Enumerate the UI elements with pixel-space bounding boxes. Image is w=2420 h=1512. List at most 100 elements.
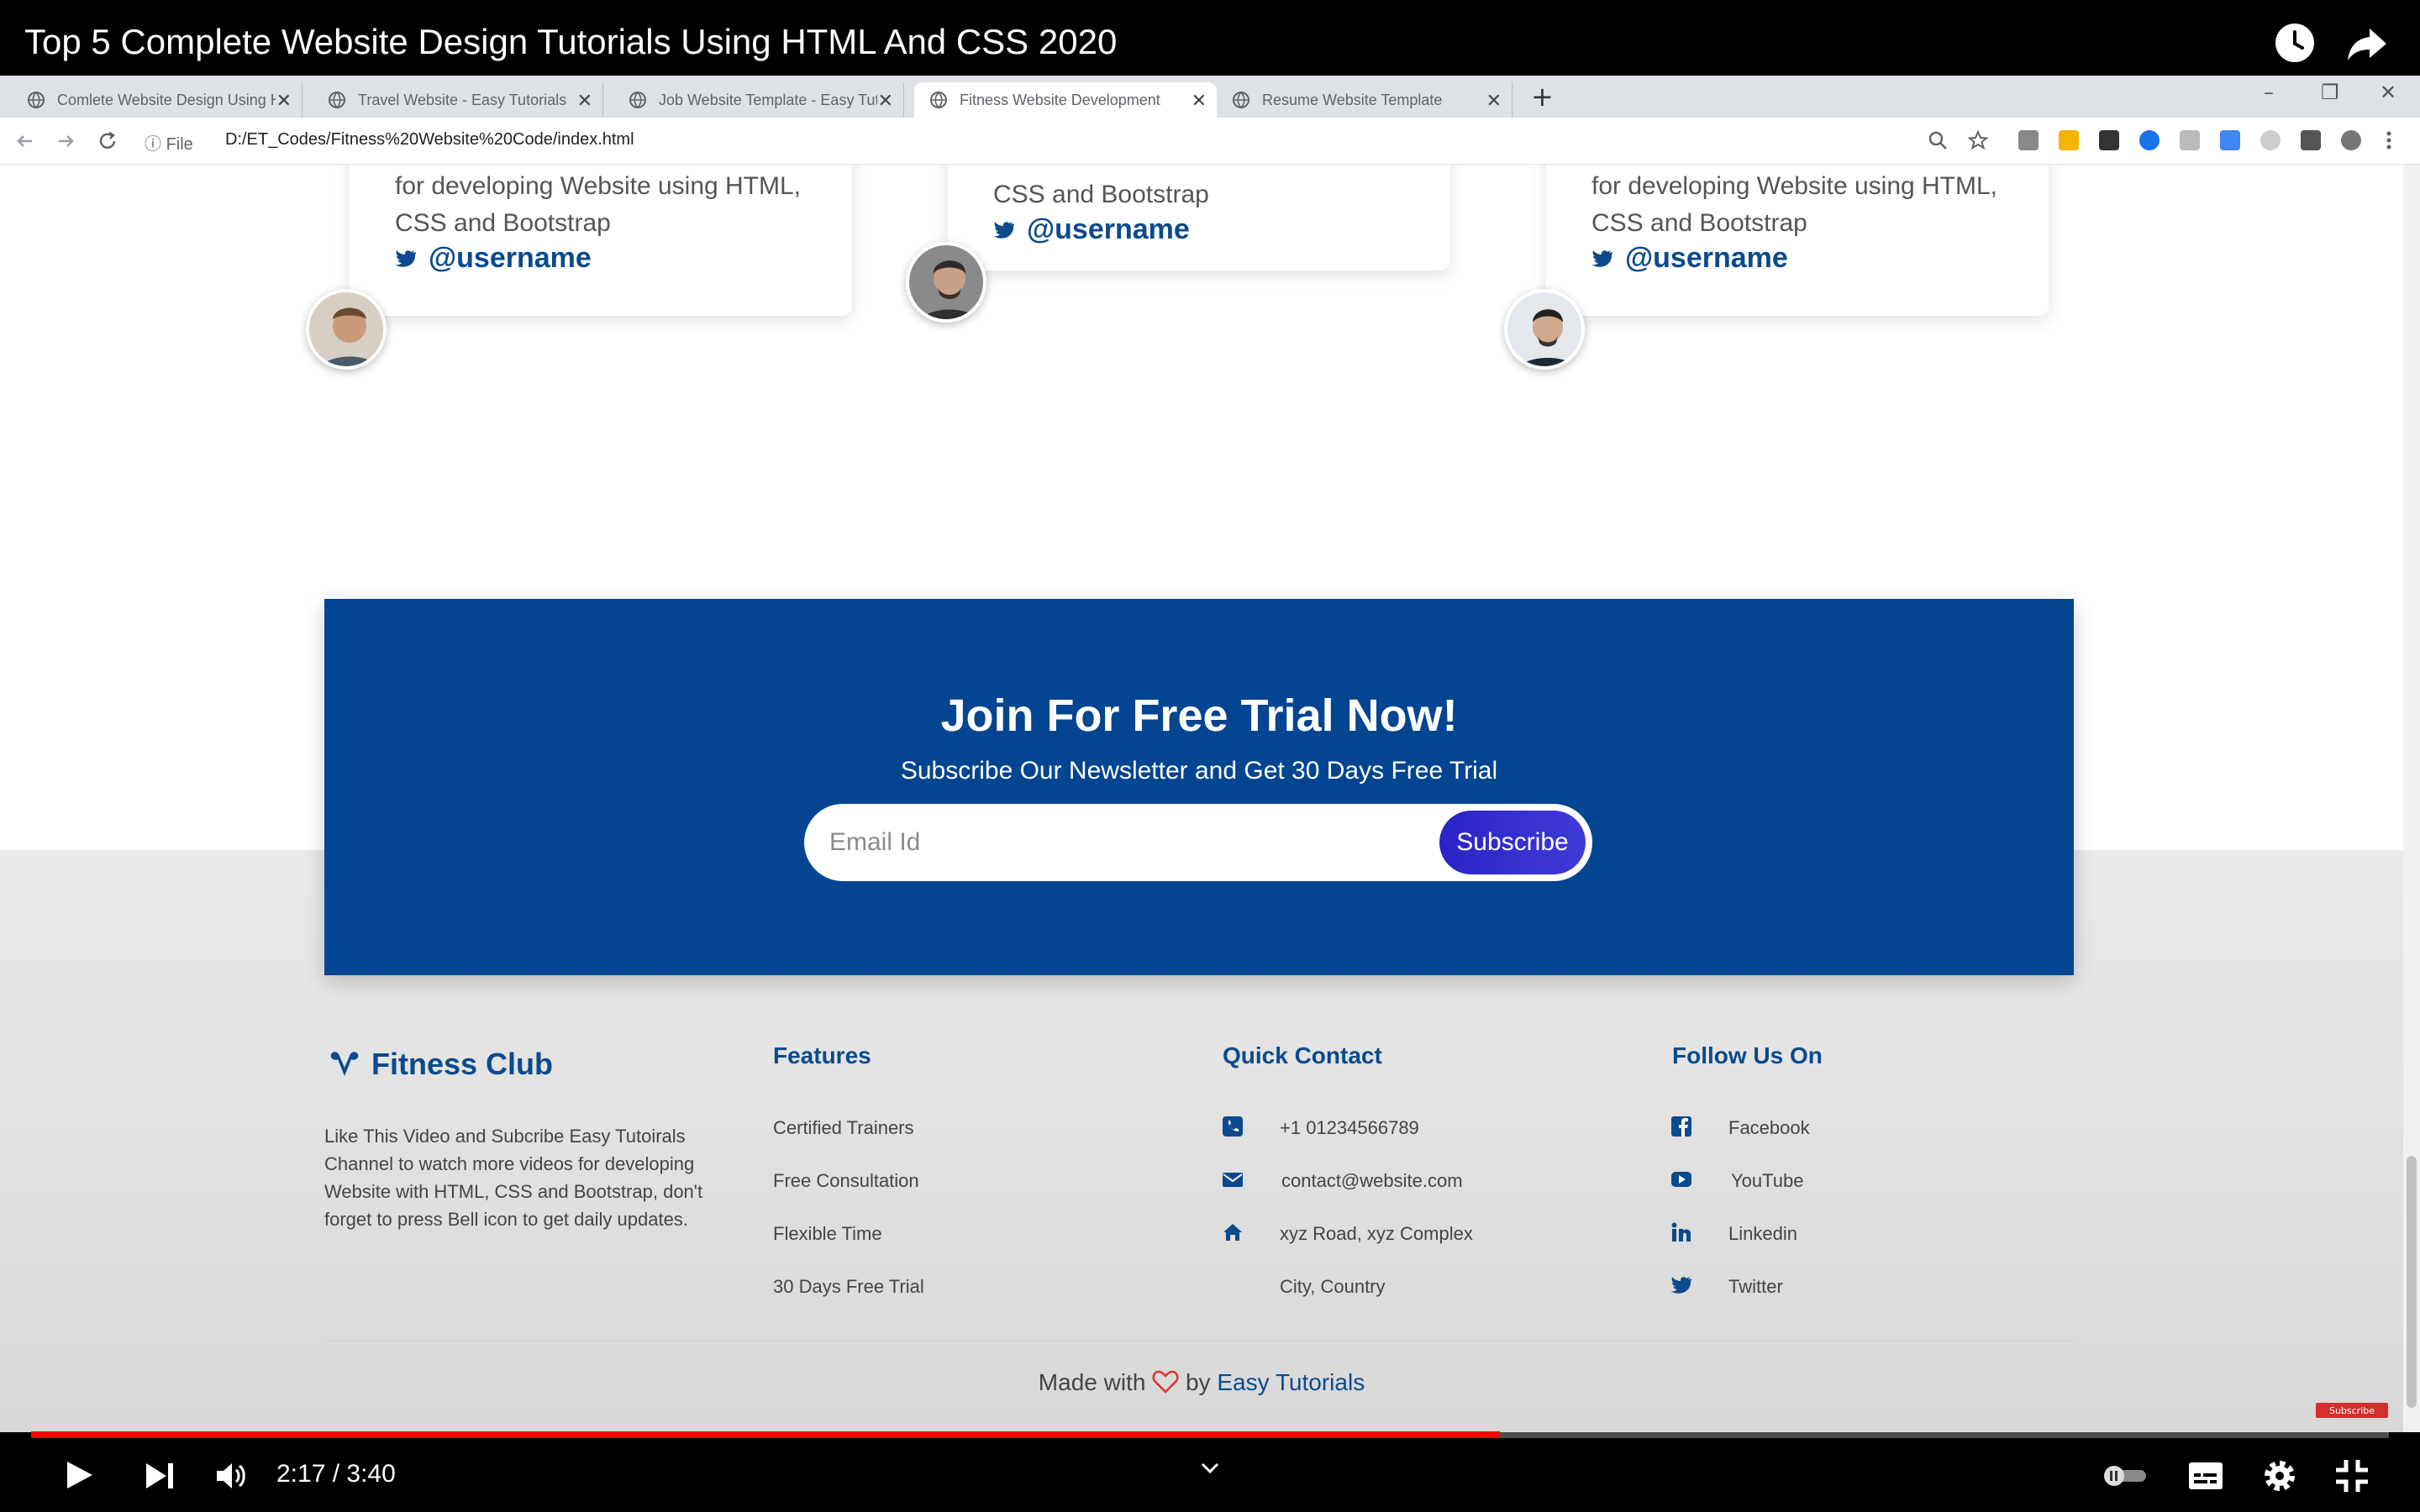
camera-extension-icon[interactable] [2018, 130, 2039, 150]
exit-fullscreen-icon[interactable] [2334, 1458, 2370, 1494]
restore-icon[interactable]: ❐ [2321, 81, 2339, 104]
footer-contact: Quick Contact [1223, 1042, 1382, 1069]
social-heading: Follow Us On [1672, 1042, 1823, 1068]
scrollbar-thumb[interactable] [2407, 1156, 2417, 1408]
subscribe-button[interactable]: Subscribe [1439, 811, 1586, 874]
settings-gear-icon[interactable] [2262, 1458, 2297, 1494]
close-tab-icon[interactable]: ✕ [1192, 90, 1207, 112]
back-icon[interactable] [13, 129, 37, 153]
globe-icon [1233, 92, 1249, 109]
social-link-facebook[interactable]: Facebook [1728, 1117, 1810, 1139]
reload-icon[interactable] [96, 129, 119, 153]
close-window-icon[interactable]: ✕ [2380, 81, 2396, 104]
progress-bar[interactable] [31, 1431, 2389, 1438]
share-icon[interactable] [2346, 22, 2388, 64]
site-info[interactable]: ⓘ File [145, 130, 193, 155]
link-extension-icon[interactable] [2180, 130, 2200, 150]
tab-label: Comlete Website Design Using H [57, 91, 276, 108]
gmail-extension-icon[interactable] [2099, 130, 2119, 150]
twitter-handle-text: @username [1027, 213, 1190, 245]
globe-icon [329, 92, 345, 109]
contact-email[interactable]: contact@website.com [1281, 1170, 1463, 1192]
phone-icon [1223, 1116, 1243, 1137]
envelope-icon [1223, 1173, 1243, 1187]
contact-address-city: City, Country [1280, 1276, 1386, 1297]
minimize-icon[interactable]: – [2264, 81, 2274, 104]
browser-tab[interactable]: Travel Website - Easy Tutorials ✕ [313, 82, 603, 118]
code-extension-icon[interactable] [2260, 130, 2281, 150]
contact-phone[interactable]: +1 01234566789 [1280, 1117, 1419, 1139]
volume-icon[interactable] [215, 1460, 249, 1492]
free-trial-section: Join For Free Trial Now! Subscribe Our N… [324, 599, 2074, 975]
twitter-handle[interactable]: @username [395, 242, 801, 275]
captions-icon[interactable] [2188, 1462, 2223, 1490]
twitter-handle[interactable]: @username [993, 213, 1209, 246]
chevron-down-icon[interactable] [1200, 1462, 1220, 1475]
twitter-icon [1670, 1277, 1691, 1294]
forward-icon[interactable] [54, 129, 77, 153]
blue-extension-icon[interactable] [2139, 130, 2160, 150]
play-icon[interactable] [62, 1458, 96, 1492]
tab-label: Resume Website Template [1262, 91, 1443, 108]
avatar [306, 289, 387, 370]
testimonial-text: for developing Website using HTML, [1591, 172, 1998, 200]
browser-tab[interactable]: Comlete Website Design Using H ✕ [12, 82, 302, 118]
watch-later-icon[interactable] [2274, 22, 2316, 64]
subscribe-watermark[interactable]: Subscribe [2316, 1403, 2388, 1418]
globe-icon [629, 92, 646, 109]
autoplay-toggle-icon[interactable] [2102, 1463, 2148, 1488]
heart-icon [1152, 1370, 1179, 1394]
social-link-linkedin[interactable]: Linkedin [1728, 1223, 1797, 1245]
social-link-twitter[interactable]: Twitter [1728, 1276, 1783, 1298]
page-scrollbar[interactable] [2403, 165, 2420, 1432]
testimonial-card: for developing Website using HTML, CSS a… [1546, 165, 2049, 316]
close-tab-icon[interactable]: ✕ [276, 90, 292, 112]
bookmark-star-icon[interactable] [1967, 129, 1989, 150]
footer-credit: Made with by Easy Tutorials [0, 1369, 2403, 1396]
zoom-icon[interactable] [1928, 130, 1948, 150]
profile-avatar[interactable] [2341, 130, 2361, 150]
video-title-bar: Top 5 Complete Website Design Tutorials … [0, 0, 2420, 76]
testimonial-card: CSS and Bootstrap @username [948, 165, 1450, 270]
footer-features: Features [773, 1042, 871, 1069]
by-text: by [1185, 1369, 1211, 1395]
avatar [1504, 289, 1585, 370]
testimonial-text: CSS and Bootstrap [395, 209, 611, 237]
puzzle-icon[interactable] [2301, 130, 2321, 150]
email-input[interactable] [829, 822, 1418, 863]
web-page: for developing Website using HTML, CSS a… [0, 165, 2403, 1432]
notification-extension-icon[interactable] [2059, 130, 2079, 150]
feature-link[interactable]: Certified Trainers [773, 1117, 914, 1139]
twitter-handle[interactable]: @username [1591, 242, 1997, 275]
new-tab-button[interactable]: + [1531, 81, 1554, 113]
testimonial-text: CSS and Bootstrap [1591, 209, 1807, 237]
author-link[interactable]: Easy Tutorials [1217, 1369, 1365, 1395]
browser-tab[interactable]: Job Website Template - Easy Tut ✕ [613, 82, 904, 118]
footer-description: Like This Video and Subcribe Easy Tutoir… [324, 1126, 703, 1230]
footer-brand[interactable]: Fitness Club [328, 1047, 553, 1082]
browser-tab[interactable]: Resume Website Template ✕ [1217, 82, 1512, 118]
browser-tab-active[interactable]: Fitness Website Development ✕ [914, 82, 1217, 118]
address-bar: ⓘ File D:/ET_Codes/Fitness%20Website%20C… [0, 118, 2420, 165]
globe-icon [930, 92, 947, 109]
close-tab-icon[interactable]: ✕ [878, 90, 893, 112]
globe-icon [28, 92, 45, 109]
next-icon[interactable] [145, 1462, 176, 1490]
progress-fill [31, 1431, 1501, 1438]
video-title[interactable]: Top 5 Complete Website Design Tutorials … [24, 22, 1117, 62]
footer-social: Follow Us On [1672, 1042, 1823, 1069]
contact-heading: Quick Contact [1223, 1042, 1382, 1068]
close-tab-icon[interactable]: ✕ [1486, 90, 1502, 112]
url-input[interactable]: D:/ET_Codes/Fitness%20Website%20Code/ind… [225, 130, 634, 150]
home-icon [1223, 1224, 1242, 1241]
feature-link[interactable]: Free Consultation [773, 1170, 919, 1192]
features-heading: Features [773, 1042, 871, 1068]
iq-extension-icon[interactable] [2220, 130, 2240, 150]
menu-kebab-icon[interactable] [2385, 130, 2393, 150]
social-link-youtube[interactable]: YouTube [1731, 1170, 1803, 1192]
feature-link[interactable]: Flexible Time [773, 1223, 882, 1245]
testimonial-text: CSS and Bootstrap [993, 181, 1209, 208]
feature-link[interactable]: 30 Days Free Trial [773, 1276, 924, 1298]
close-tab-icon[interactable]: ✕ [577, 90, 592, 112]
trial-subtitle: Subscribe Our Newsletter and Get 30 Days… [900, 757, 1498, 785]
